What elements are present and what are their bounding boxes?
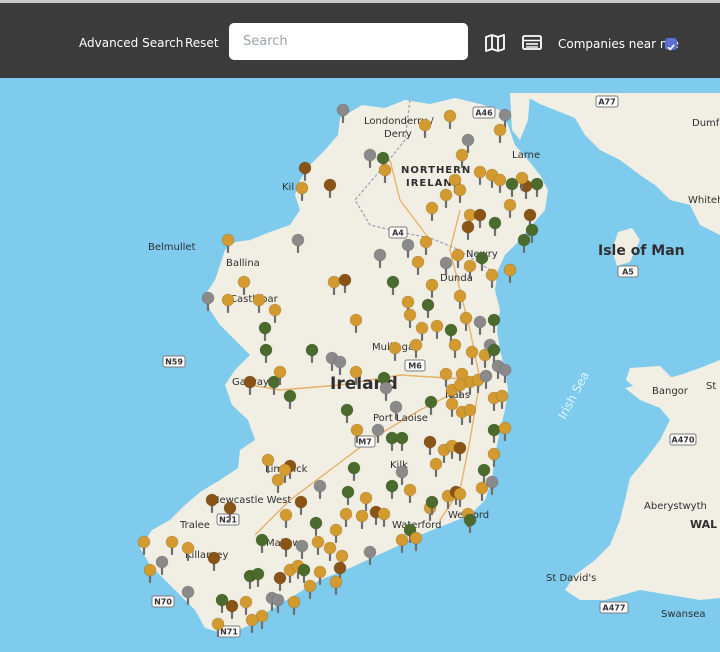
road-shield-n21: N21 xyxy=(216,513,240,526)
svg-text:M7: M7 xyxy=(358,438,372,447)
svg-text:N70: N70 xyxy=(154,598,172,607)
label-kil: Kil xyxy=(282,182,294,193)
label-bangor: Bangor xyxy=(652,386,689,397)
svg-text:A77: A77 xyxy=(598,98,615,107)
label-belmullet: Belmullet xyxy=(148,242,196,253)
svg-text:A4: A4 xyxy=(392,229,404,238)
road-shield-n70: N70 xyxy=(151,595,175,608)
search-input[interactable] xyxy=(229,23,468,60)
svg-text:M6: M6 xyxy=(408,362,422,371)
label-derry: Derry xyxy=(384,129,412,140)
advanced-search-link[interactable]: Advanced Search xyxy=(79,36,183,50)
map-canvas[interactable]: A46 A77 A4 N59 M6 M7 N21 N70 N71 A5 A470… xyxy=(0,93,720,652)
label-st: St xyxy=(706,381,716,392)
label-larne: Larne xyxy=(512,150,540,161)
svg-text:A46: A46 xyxy=(475,109,493,118)
map-view-icon[interactable] xyxy=(484,33,506,53)
road-shield-a46: A46 xyxy=(472,106,496,119)
label-dumfries: Dumfr xyxy=(692,118,720,129)
road-shield-a477: A477 xyxy=(599,601,629,614)
label-isle-of-man: Isle of Man xyxy=(598,243,685,259)
label-tralee: Tralee xyxy=(179,520,210,531)
label-ballina: Ballina xyxy=(226,258,260,269)
label-wales: WAL xyxy=(690,518,717,531)
road-shield-a77: A77 xyxy=(595,95,619,108)
label-swansea: Swansea xyxy=(661,609,705,620)
label-northern: NORTHERN xyxy=(401,165,471,176)
svg-text:N59: N59 xyxy=(165,358,183,367)
road-shield-n59: N59 xyxy=(162,355,186,368)
label-waterford: Waterford xyxy=(392,520,441,531)
list-view-icon[interactable] xyxy=(521,33,543,53)
svg-text:A477: A477 xyxy=(603,604,626,613)
reset-link[interactable]: Reset xyxy=(185,36,219,50)
label-port-laoise: Port Laoise xyxy=(373,413,428,424)
label-st-davids: St David's xyxy=(546,573,596,584)
road-shield-a470: A470 xyxy=(669,433,697,446)
road-shield-a5: A5 xyxy=(617,265,639,278)
svg-text:A470: A470 xyxy=(672,436,695,445)
svg-text:A5: A5 xyxy=(622,268,634,277)
label-aberystwyth: Aberystwyth xyxy=(644,501,707,512)
svg-text:N21: N21 xyxy=(219,516,237,525)
road-shield-m6: M6 xyxy=(404,359,426,372)
top-toolbar: Advanced Search Reset Companies near me xyxy=(0,0,720,78)
road-shield-a4: A4 xyxy=(388,226,408,239)
label-whitehaven: Whiteh xyxy=(688,195,720,206)
companies-near-me-label: Companies near me xyxy=(558,37,679,51)
label-newcastle-west: Newcastle West xyxy=(212,495,291,506)
companies-near-me-checkbox[interactable] xyxy=(665,38,677,51)
svg-text:N71: N71 xyxy=(220,628,238,637)
